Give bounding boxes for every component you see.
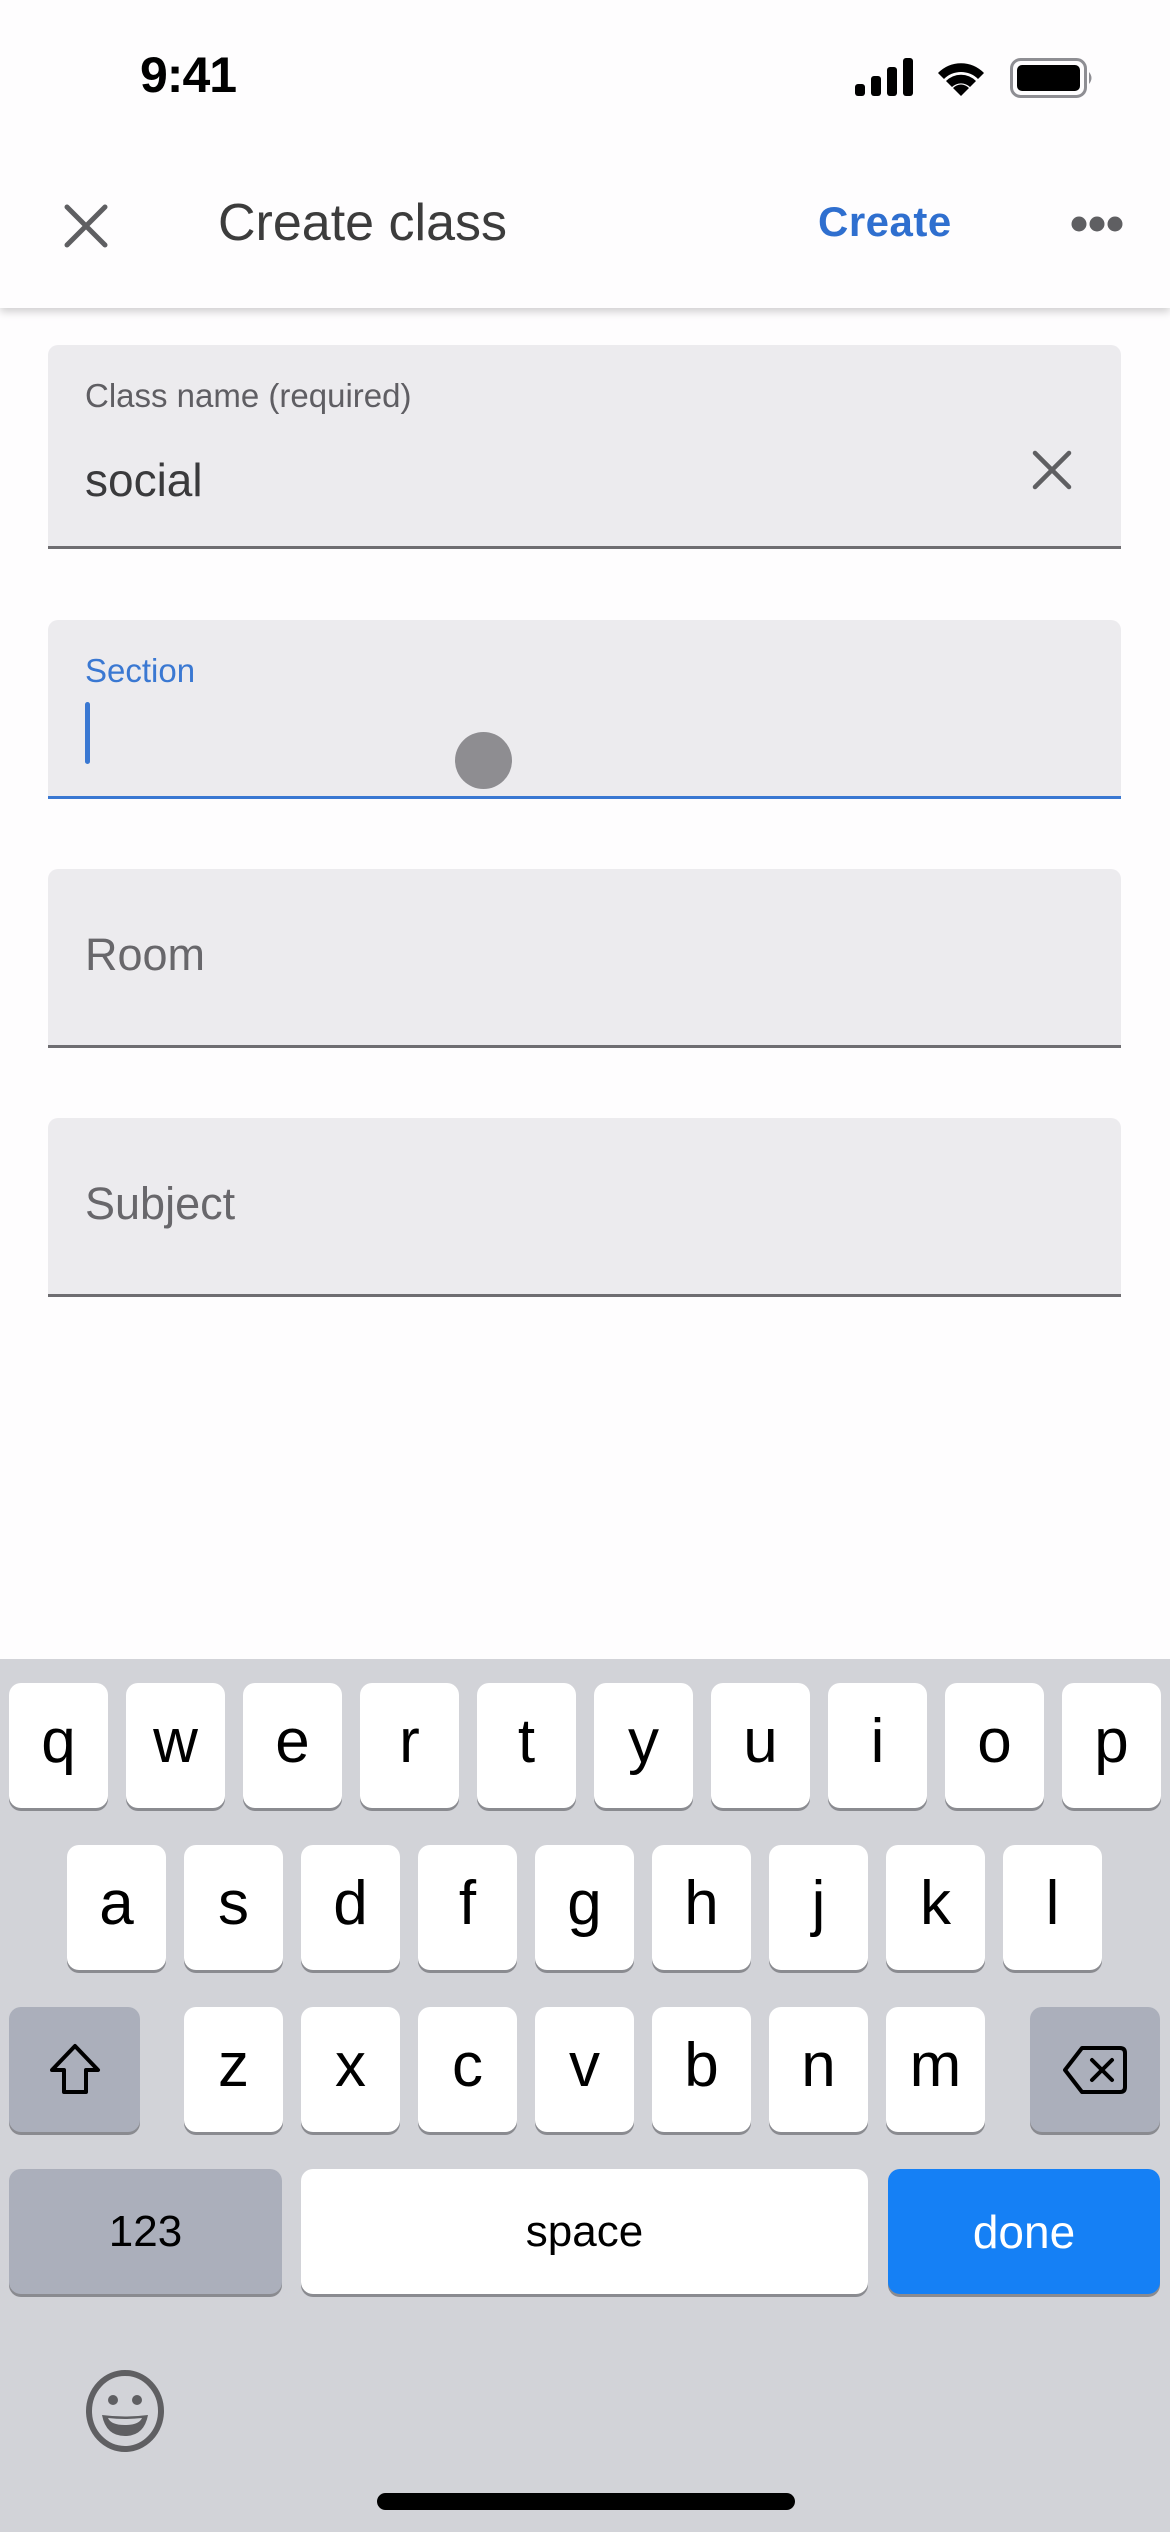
backspace-icon (1063, 2045, 1127, 2094)
key-l[interactable]: l (1003, 1845, 1102, 1970)
key-n[interactable]: n (769, 2007, 868, 2132)
key-x[interactable]: x (301, 2007, 400, 2132)
key-f[interactable]: f (418, 1845, 517, 1970)
section-field[interactable]: Section (48, 620, 1121, 799)
class-name-value[interactable]: social (85, 453, 203, 507)
page-title: Create class (218, 194, 507, 252)
subject-field[interactable]: Subject (48, 1118, 1121, 1297)
room-field[interactable]: Room (48, 869, 1121, 1048)
backspace-key[interactable] (1030, 2007, 1160, 2132)
text-cursor (85, 702, 90, 764)
key-v[interactable]: v (535, 2007, 634, 2132)
key-e[interactable]: e (243, 1683, 342, 1808)
class-name-label: Class name (required) (85, 377, 412, 414)
subject-placeholder: Subject (85, 1178, 236, 1229)
wifi-icon (938, 63, 984, 96)
key-r[interactable]: r (360, 1683, 459, 1808)
key-p[interactable]: p (1062, 1683, 1161, 1808)
touch-indicator (455, 732, 512, 789)
cellular-signal-icon (855, 58, 913, 96)
key-z[interactable]: z (184, 2007, 283, 2132)
shift-icon (49, 2043, 100, 2094)
battery-icon (1010, 58, 1092, 98)
space-key[interactable]: space (301, 2169, 868, 2294)
key-o[interactable]: o (945, 1683, 1044, 1808)
key-i[interactable]: i (828, 1683, 927, 1808)
key-s[interactable]: s (184, 1845, 283, 1970)
key-b[interactable]: b (652, 2007, 751, 2132)
key-c[interactable]: c (418, 2007, 517, 2132)
key-h[interactable]: h (652, 1845, 751, 1970)
key-m[interactable]: m (886, 2007, 985, 2132)
emoji-icon[interactable] (84, 2370, 166, 2452)
more-horizontal-icon[interactable] (1066, 204, 1128, 244)
keyboard: qwertyuiop asdfghjkl zxcvbnm 123 space d… (0, 1659, 1170, 2532)
room-placeholder: Room (85, 929, 206, 980)
numbers-key[interactable]: 123 (9, 2169, 282, 2294)
close-icon[interactable] (55, 195, 117, 257)
key-y[interactable]: y (594, 1683, 693, 1808)
key-g[interactable]: g (535, 1845, 634, 1970)
key-j[interactable]: j (769, 1845, 868, 1970)
key-u[interactable]: u (711, 1683, 810, 1808)
done-key[interactable]: done (888, 2169, 1160, 2294)
key-q[interactable]: q (9, 1683, 108, 1808)
section-label: Section (85, 652, 196, 689)
class-name-field[interactable]: Class name (required) social (48, 345, 1121, 549)
key-k[interactable]: k (886, 1845, 985, 1970)
key-t[interactable]: t (477, 1683, 576, 1808)
clear-icon[interactable] (1027, 445, 1077, 495)
key-w[interactable]: w (126, 1683, 225, 1808)
shift-key[interactable] (9, 2007, 140, 2132)
key-d[interactable]: d (301, 1845, 400, 1970)
home-indicator (377, 2493, 795, 2510)
status-time: 9:41 (140, 47, 237, 103)
key-a[interactable]: a (67, 1845, 166, 1970)
create-button[interactable]: Create (818, 198, 952, 246)
